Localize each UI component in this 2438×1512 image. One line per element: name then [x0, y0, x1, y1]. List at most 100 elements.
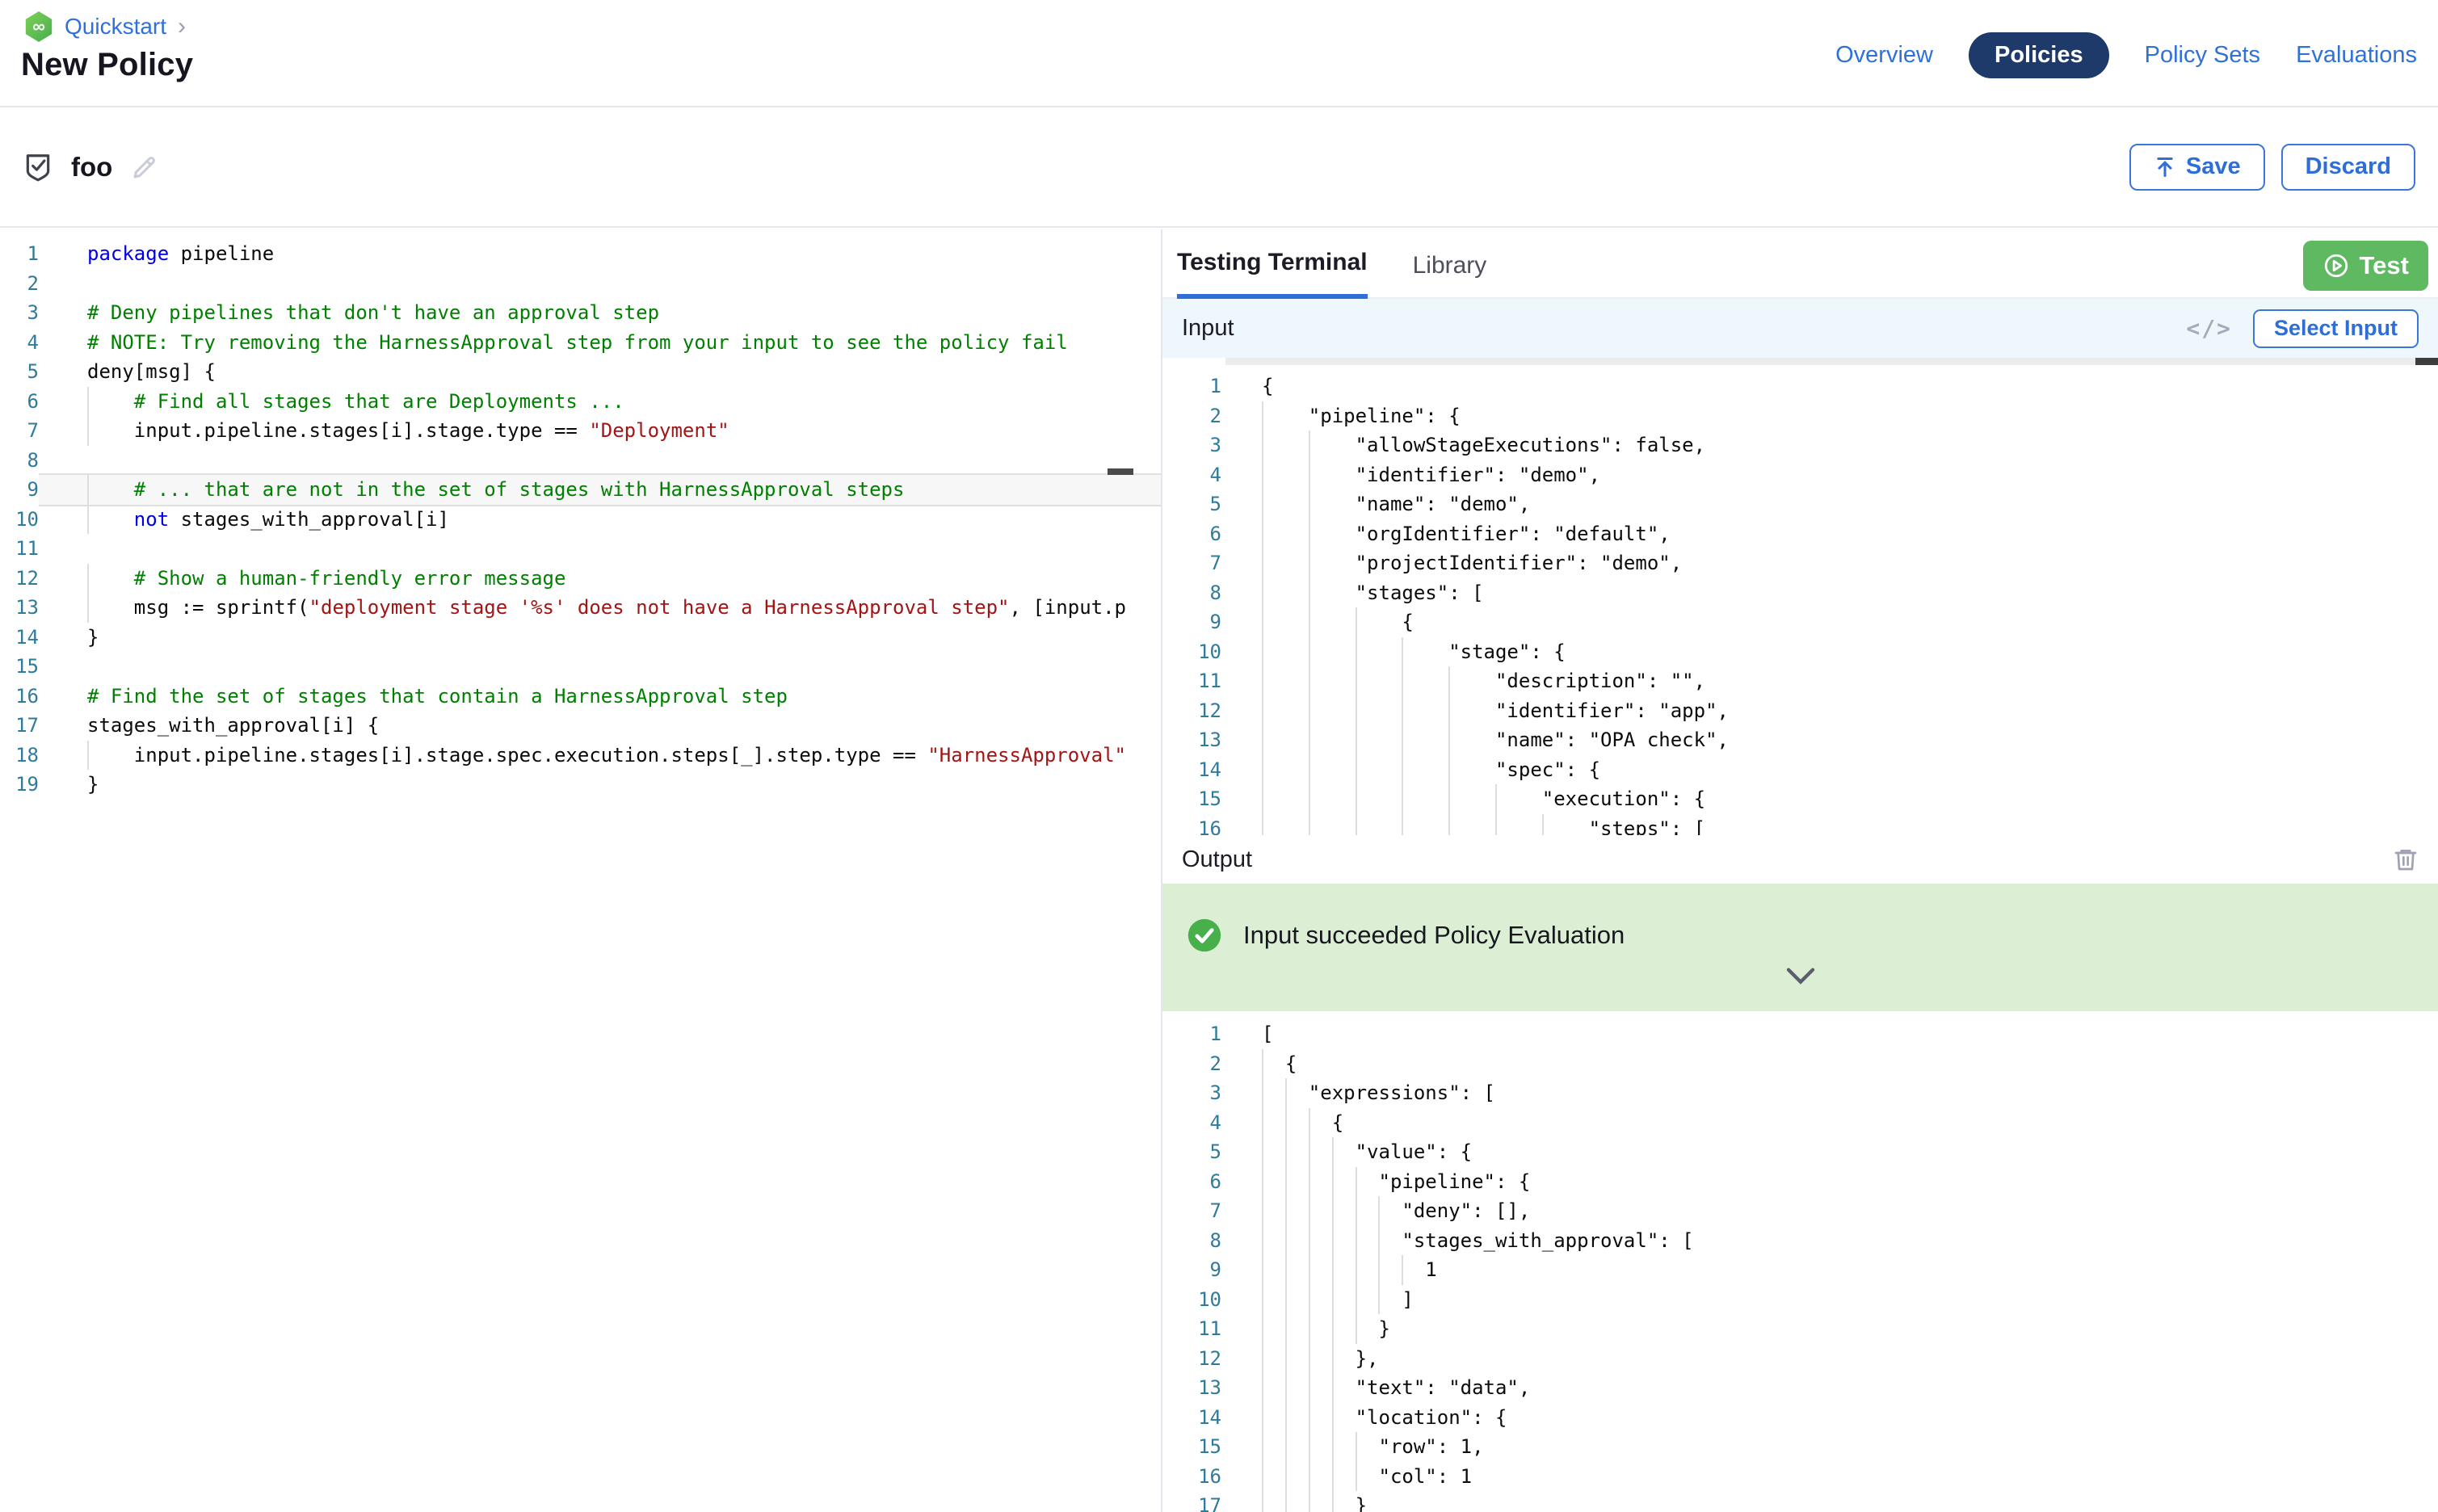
code-brackets-icon[interactable]: </> [2186, 315, 2232, 342]
overview-ruler-marker [1108, 468, 1133, 475]
indent-guide [1332, 1373, 1334, 1403]
indent-guide [1332, 1226, 1334, 1256]
line-number: 10 [1162, 1285, 1221, 1315]
code-line: 17stages_with_approval[i] { [0, 711, 1161, 741]
indent-guide [1542, 814, 1544, 836]
tab-policy-sets[interactable]: Policy Sets [2145, 42, 2260, 69]
shield-check-icon [23, 151, 53, 183]
top-navigation-tabs: Overview Policies Policy Sets Evaluation… [1835, 32, 2417, 78]
indent-guide [1309, 1285, 1310, 1315]
indent-guide [1262, 401, 1263, 431]
tab-evaluations[interactable]: Evaluations [2296, 42, 2417, 69]
indent-guide [1309, 725, 1310, 755]
code-line: 5 "value": { [1162, 1137, 2438, 1167]
code-line: 19} [0, 770, 1161, 800]
save-button[interactable]: Save [2129, 144, 2265, 191]
line-number: 17 [1162, 1491, 1221, 1512]
indent-guide [1285, 1314, 1287, 1344]
indent-guide [87, 475, 89, 505]
indent-guide [1332, 1491, 1334, 1512]
tab-testing-terminal[interactable]: Testing Terminal [1177, 249, 1368, 299]
indent-guide [1262, 814, 1263, 836]
line-number: 9 [1162, 1255, 1221, 1285]
line-number: 7 [0, 416, 39, 446]
indent-guide [1285, 1285, 1287, 1315]
indent-guide [1309, 578, 1310, 608]
indent-guide [1262, 1226, 1263, 1256]
indent-guide [1285, 1078, 1287, 1108]
code-line: 14 "location": { [1162, 1403, 2438, 1433]
indent-guide [1262, 725, 1263, 755]
indent-guide [1285, 1432, 1287, 1462]
line-number: 8 [0, 446, 39, 476]
page-title: New Policy [21, 47, 193, 83]
indent-guide [1402, 696, 1403, 726]
code-line: 5deny[msg] { [0, 357, 1161, 387]
chevron-down-icon[interactable] [1784, 967, 1817, 990]
indent-guide [1356, 755, 1357, 785]
input-json-editor[interactable]: 1{2 "pipeline": {3 "allowStageExecutions… [1162, 365, 2438, 835]
line-number: 14 [1162, 1403, 1221, 1433]
line-number: 4 [0, 328, 39, 358]
line-number: 9 [0, 475, 39, 505]
indent-guide [1356, 637, 1357, 667]
tab-library[interactable]: Library [1413, 252, 1487, 297]
indent-guide [87, 564, 89, 594]
scrollbar-thumb[interactable] [2415, 358, 2438, 365]
line-number: 12 [1162, 1344, 1221, 1374]
indent-guide [1378, 1255, 1380, 1285]
code-line: 14} [0, 623, 1161, 653]
trash-icon[interactable] [2393, 845, 2419, 874]
indent-guide [1262, 1491, 1263, 1512]
line-number: 11 [1162, 666, 1221, 696]
output-json-editor[interactable]: 1[2 {3 "expressions": [4 {5 "value": {6 … [1162, 1011, 2438, 1512]
indent-guide [1309, 489, 1310, 519]
indent-guide [1262, 1167, 1263, 1197]
indent-guide [1356, 607, 1357, 637]
code-line: 11 "description": "", [1162, 666, 2438, 696]
indent-guide [1356, 696, 1357, 726]
line-number: 14 [0, 623, 39, 653]
edit-pencil-icon[interactable] [130, 153, 159, 182]
indent-guide [1332, 1167, 1334, 1197]
indent-guide [1309, 784, 1310, 814]
indent-guide [1262, 1078, 1263, 1108]
page-header: ∞ Quickstart › New Policy Overview Polic… [0, 0, 2438, 107]
line-number: 7 [1162, 1196, 1221, 1226]
line-number: 2 [1162, 1049, 1221, 1079]
indent-guide [1262, 578, 1263, 608]
code-line: 10 "stage": { [1162, 637, 2438, 667]
scrollbar-track[interactable] [1225, 358, 2438, 365]
select-input-button[interactable]: Select Input [2253, 309, 2419, 348]
indent-guide [1285, 1491, 1287, 1512]
test-button[interactable]: Test [2303, 241, 2428, 291]
check-circle-icon [1187, 918, 1222, 953]
tab-overview[interactable]: Overview [1835, 42, 1933, 69]
evaluation-result-banner: Input succeeded Policy Evaluation [1162, 884, 2438, 1011]
indent-guide [1332, 1196, 1334, 1226]
line-number: 4 [1162, 460, 1221, 490]
line-number: 13 [1162, 1373, 1221, 1403]
code-line: 11 [0, 534, 1161, 564]
indent-guide [1262, 666, 1263, 696]
indent-guide [1448, 814, 1450, 836]
code-line: 11 } [1162, 1314, 2438, 1344]
indent-guide [1332, 1137, 1334, 1167]
code-line: 15 "row": 1, [1162, 1432, 2438, 1462]
policy-name: foo [71, 152, 112, 183]
indent-guide [1309, 548, 1310, 578]
code-line: 15 [0, 652, 1161, 682]
indent-guide [1309, 637, 1310, 667]
indent-guide [1378, 1226, 1380, 1256]
policy-toolbar: foo Save Discard [0, 107, 2438, 228]
indent-guide [1309, 1314, 1310, 1344]
line-number: 12 [0, 564, 39, 594]
policy-code-editor[interactable]: 1package pipeline23# Deny pipelines that… [0, 229, 1161, 1512]
tab-policies[interactable]: Policies [1969, 32, 2109, 78]
indent-guide [1309, 1403, 1310, 1433]
discard-button[interactable]: Discard [2281, 144, 2415, 191]
breadcrumb-link-quickstart[interactable]: Quickstart [65, 14, 166, 40]
code-line: 12 }, [1162, 1344, 2438, 1374]
indent-guide [1378, 1285, 1380, 1315]
code-line: 3 "expressions": [ [1162, 1078, 2438, 1108]
